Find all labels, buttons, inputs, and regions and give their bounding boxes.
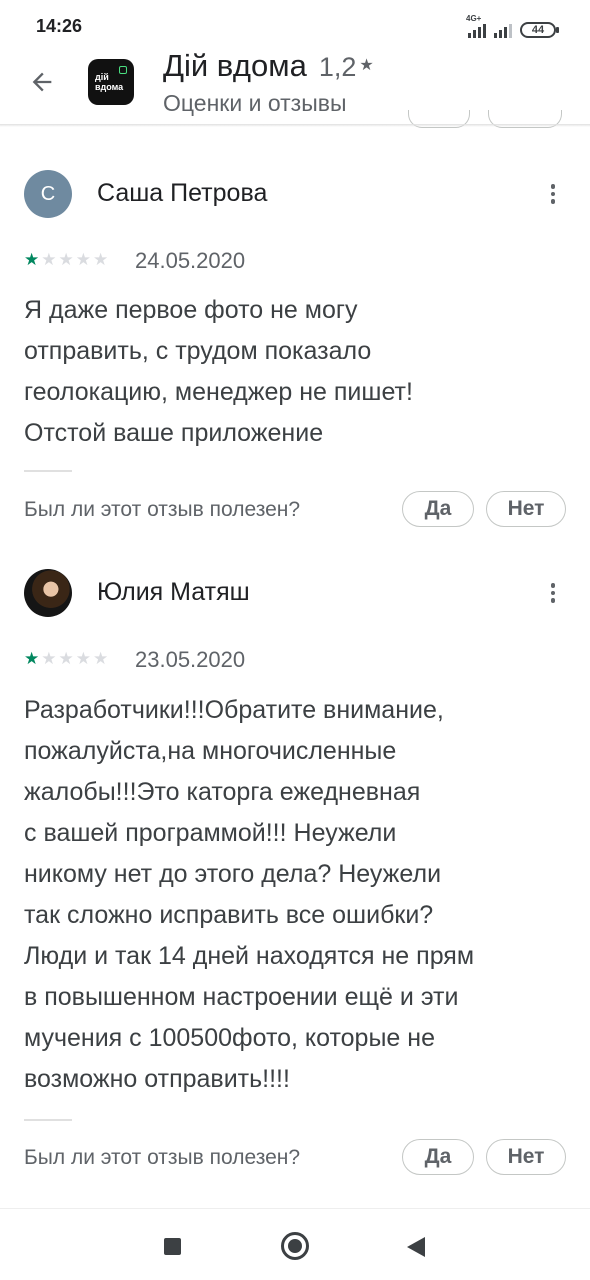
more-options-button[interactable] bbox=[540, 578, 566, 608]
divider bbox=[24, 1119, 72, 1121]
network-type-label: 4G+ bbox=[466, 14, 482, 23]
review-author: Юлия Матяш bbox=[97, 578, 250, 606]
review-text: Я даже первое фото не могу отправить, с … bbox=[24, 290, 572, 454]
review-text-line: мучения с 100500фото, которые не bbox=[24, 1024, 435, 1052]
app-icon-text-line1: дій bbox=[95, 72, 109, 82]
battery-icon: 44 bbox=[520, 22, 559, 38]
star-icon: ★ bbox=[24, 250, 40, 269]
star-icon: ★ bbox=[58, 649, 74, 668]
page-subtitle: Оценки и отзывы bbox=[163, 90, 347, 116]
more-options-button[interactable] bbox=[540, 179, 566, 209]
review-date: 23.05.2020 bbox=[135, 647, 246, 672]
star-icon: ★ bbox=[58, 250, 74, 269]
divider bbox=[24, 470, 72, 472]
review-date: 24.05.2020 bbox=[135, 248, 246, 273]
star-icon: ★ bbox=[93, 649, 109, 668]
back-triangle-icon[interactable] bbox=[407, 1237, 425, 1257]
helpful-yes-button[interactable]: Да bbox=[402, 1139, 474, 1175]
review-text-line: Я даже первое фото не могу bbox=[24, 296, 358, 324]
system-nav-bar bbox=[0, 1209, 590, 1280]
status-icons: 4G+ 44 bbox=[466, 14, 559, 38]
star-icon: ★ bbox=[359, 57, 374, 74]
back-button[interactable] bbox=[22, 62, 62, 102]
review-text-line: никому нет до этого дела? Неужели bbox=[24, 860, 442, 888]
helpful-question: Был ли этот отзыв полезен? bbox=[24, 498, 301, 521]
review-text-line: Разработчики!!!Обратите внимание, bbox=[24, 696, 444, 724]
app-icon-text-line2: вдома bbox=[95, 82, 124, 92]
review-text-line: Отстой ваше приложение bbox=[24, 419, 324, 447]
helpful-no-button[interactable]: Нет bbox=[486, 1139, 566, 1175]
star-icon: ★ bbox=[75, 250, 91, 269]
review-text-line: пожалуйста,на многочисленные bbox=[24, 737, 397, 765]
review-text-line: Люди и так 14 дней находятся не прям bbox=[24, 942, 475, 970]
app-title-row: Дій вдома 1,2 ★ bbox=[163, 48, 374, 84]
review-text: Разработчики!!!Обратите внимание, пожалу… bbox=[24, 690, 572, 1100]
review-author: Саша Петрова bbox=[97, 179, 268, 207]
helpful-question: Был ли этот отзыв полезен? bbox=[24, 1146, 301, 1169]
signal-icon-sim2 bbox=[494, 22, 512, 38]
review-text-line: в повышенном настроении ещё и эти bbox=[24, 983, 459, 1011]
app-icon[interactable]: дій вдома bbox=[88, 59, 134, 105]
star-icon: ★ bbox=[93, 250, 109, 269]
recents-square-icon[interactable] bbox=[164, 1238, 181, 1255]
avatar[interactable] bbox=[24, 569, 72, 617]
review-text-line: с вашей программой!!! Неужели bbox=[24, 819, 397, 847]
review-text-line: так сложно исправить все ошибки? bbox=[24, 901, 434, 929]
star-icon: ★ bbox=[75, 649, 91, 668]
home-circle-icon[interactable] bbox=[281, 1232, 309, 1260]
helpful-yes-button[interactable]: Да bbox=[402, 491, 474, 527]
helpful-no-button[interactable]: Нет bbox=[486, 491, 566, 527]
header-divider bbox=[0, 124, 590, 127]
status-time: 14:26 bbox=[36, 16, 83, 36]
house-icon bbox=[119, 66, 127, 74]
arrow-left-icon bbox=[32, 72, 52, 92]
avatar[interactable]: С bbox=[24, 170, 72, 218]
star-icon: ★ bbox=[41, 250, 57, 269]
review-text-line: геолокацию, менеджер не пишет! bbox=[24, 378, 413, 406]
star-rating: ★ ★ ★ ★ ★ bbox=[24, 650, 108, 667]
review-text-line: жалобы!!!Это каторга ежедневная bbox=[24, 778, 421, 806]
app-rating: 1,2 bbox=[318, 52, 357, 82]
star-rating: ★ ★ ★ ★ ★ bbox=[24, 251, 108, 268]
review-text-line: отправить, с трудом показало bbox=[24, 337, 372, 365]
signal-icon-sim1: 4G+ bbox=[466, 14, 486, 38]
app-title: Дій вдома bbox=[163, 48, 307, 83]
star-icon: ★ bbox=[41, 649, 57, 668]
review-text-line: возможно отправить!!!! bbox=[24, 1065, 290, 1093]
star-icon: ★ bbox=[24, 649, 40, 668]
